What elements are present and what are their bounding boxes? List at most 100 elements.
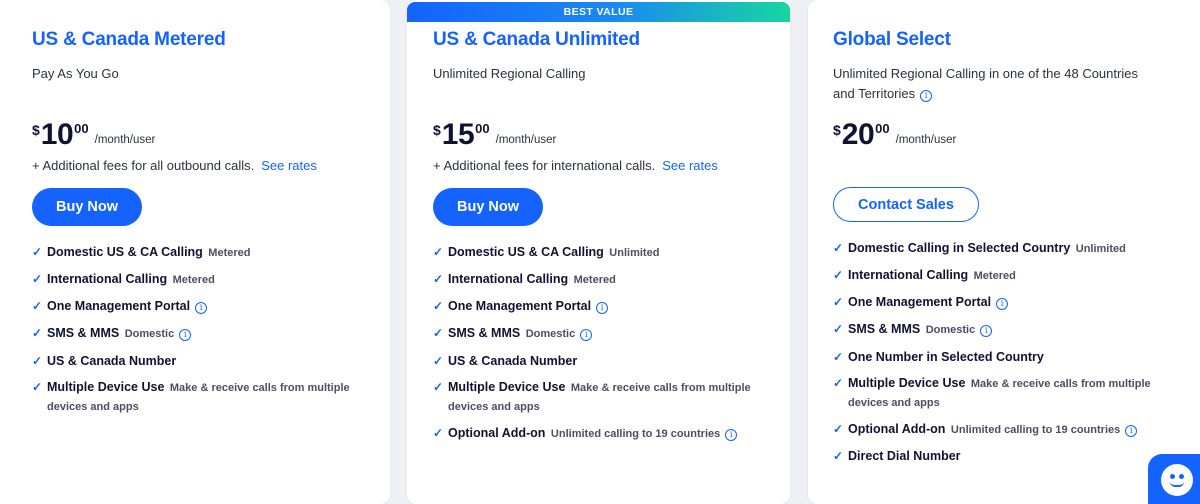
- feature-name: Optional Add-on: [448, 426, 546, 440]
- see-rates-link[interactable]: See rates: [662, 158, 718, 173]
- plan-price: $ 15 00 /month/user: [433, 118, 556, 152]
- feature-name: One Number in Selected Country: [848, 350, 1044, 364]
- feature-item: ✓ One Management Portal i: [433, 297, 753, 315]
- feature-item: ✓ Domestic Calling in Selected Country Un…: [833, 239, 1173, 258]
- info-icon[interactable]: i: [580, 329, 593, 341]
- price-currency: $: [433, 122, 441, 138]
- check-icon: ✓: [433, 272, 444, 286]
- additional-fees: + Additional fees for all outbound calls…: [32, 158, 317, 173]
- info-icon[interactable]: i: [179, 329, 192, 341]
- contact-sales-button[interactable]: Contact Sales: [833, 187, 979, 222]
- fees-text: + Additional fees for all outbound calls…: [32, 158, 255, 173]
- best-value-badge: BEST VALUE: [407, 2, 790, 22]
- price-currency: $: [833, 122, 841, 138]
- plan-card-metered: US & Canada Metered Pay As You Go $ 10 0…: [0, 0, 390, 504]
- feature-item: ✓ One Management Portal i: [833, 293, 1173, 311]
- chat-bot-eye: [1179, 474, 1184, 479]
- feature-name: One Management Portal: [448, 299, 592, 313]
- feature-name: US & Canada Number: [47, 354, 177, 368]
- feature-note: Metered: [573, 274, 616, 286]
- feature-name: One Management Portal: [848, 295, 992, 309]
- check-icon: ✓: [32, 299, 43, 313]
- chat-bot-mouth: [1170, 482, 1184, 487]
- check-icon: ✓: [433, 299, 444, 313]
- check-icon: ✓: [32, 326, 43, 340]
- check-icon: ✓: [433, 426, 444, 440]
- price-cents: 00: [475, 121, 490, 136]
- feature-name: Direct Dial Number: [848, 449, 961, 463]
- plan-subtitle: Unlimited Regional Calling in one of the…: [833, 64, 1163, 104]
- feature-item: ✓ International Calling Metered: [833, 266, 1173, 285]
- feature-item: ✓ Multiple Device Use Make & receive call…: [833, 374, 1173, 412]
- feature-list: ✓ Domestic US & CA Calling Metered ✓ Inter…: [32, 243, 352, 424]
- plan-subtitle-text: Unlimited Regional Calling in one of the…: [833, 66, 1138, 101]
- info-icon[interactable]: i: [596, 302, 609, 314]
- info-icon[interactable]: i: [996, 298, 1009, 310]
- feature-item: ✓ US & Canada Number: [32, 352, 352, 370]
- feature-note: Metered: [208, 247, 251, 259]
- plan-title: Global Select: [833, 29, 951, 50]
- feature-item: ✓ Domestic US & CA Calling Metered: [32, 243, 352, 262]
- plan-price: $ 10 00 /month/user: [32, 118, 155, 152]
- feature-item: ✓ SMS & MMS Domestic i: [833, 320, 1173, 339]
- price-period: /month/user: [895, 134, 957, 146]
- feature-name: One Management Portal: [47, 299, 191, 313]
- feature-note: Domestic: [124, 328, 175, 340]
- info-icon[interactable]: i: [1125, 425, 1138, 437]
- see-rates-link[interactable]: See rates: [261, 158, 317, 173]
- feature-name: Optional Add-on: [848, 422, 946, 436]
- feature-item: ✓ US & Canada Number: [433, 352, 753, 370]
- price-amount: 10: [40, 118, 74, 151]
- feature-name: Multiple Device Use: [848, 376, 966, 390]
- check-icon: ✓: [833, 241, 844, 255]
- check-icon: ✓: [433, 245, 444, 259]
- plan-subtitle: Pay As You Go: [32, 66, 119, 81]
- price-amount: 15: [441, 118, 475, 151]
- check-icon: ✓: [32, 354, 43, 368]
- check-icon: ✓: [833, 376, 844, 390]
- price-period: /month/user: [94, 134, 156, 146]
- plan-title: US & Canada Unlimited: [433, 29, 640, 50]
- feature-list: ✓ Domestic Calling in Selected Country Un…: [833, 239, 1173, 473]
- feature-item: ✓ Domestic US & CA Calling Unlimited: [433, 243, 753, 262]
- info-icon[interactable]: i: [920, 90, 933, 102]
- check-icon: ✓: [833, 268, 844, 282]
- check-icon: ✓: [833, 322, 844, 336]
- feature-name: International Calling: [848, 268, 969, 282]
- check-icon: ✓: [833, 295, 844, 309]
- feature-note: Unlimited: [609, 247, 660, 259]
- feature-note: Unlimited calling to 19 countries: [950, 424, 1121, 436]
- feature-item: ✓ SMS & MMS Domestic i: [32, 324, 352, 343]
- info-icon[interactable]: i: [195, 302, 208, 314]
- feature-note: Domestic: [525, 328, 576, 340]
- check-icon: ✓: [32, 272, 43, 286]
- info-icon[interactable]: i: [725, 429, 738, 441]
- check-icon: ✓: [32, 380, 43, 394]
- check-icon: ✓: [833, 350, 844, 364]
- chat-bot-eye: [1170, 474, 1175, 479]
- price-cents: 00: [875, 121, 890, 136]
- chat-bot-icon: [1161, 464, 1193, 496]
- info-icon[interactable]: i: [980, 325, 993, 337]
- price-amount: 20: [841, 118, 875, 151]
- feature-item: ✓ Multiple Device Use Make & receive call…: [32, 378, 352, 416]
- feature-item: ✓ Direct Dial Number: [833, 447, 1173, 465]
- check-icon: ✓: [433, 354, 444, 368]
- feature-name: SMS & MMS: [448, 326, 521, 340]
- check-icon: ✓: [833, 449, 844, 463]
- feature-note: Domestic: [925, 324, 976, 336]
- feature-item: ✓ International Calling Metered: [433, 270, 753, 289]
- additional-fees: + Additional fees for international call…: [433, 158, 718, 173]
- check-icon: ✓: [32, 245, 43, 259]
- feature-name: Domestic US & CA Calling: [448, 245, 604, 259]
- buy-now-button[interactable]: Buy Now: [32, 188, 142, 226]
- feature-name: SMS & MMS: [47, 326, 120, 340]
- price-cents: 00: [74, 121, 89, 136]
- plan-subtitle: Unlimited Regional Calling: [433, 66, 586, 81]
- chat-bot-button[interactable]: [1148, 454, 1200, 504]
- price-currency: $: [32, 122, 40, 138]
- feature-note: Unlimited: [1075, 243, 1126, 255]
- buy-now-button[interactable]: Buy Now: [433, 188, 543, 226]
- feature-name: US & Canada Number: [448, 354, 578, 368]
- feature-name: SMS & MMS: [848, 322, 921, 336]
